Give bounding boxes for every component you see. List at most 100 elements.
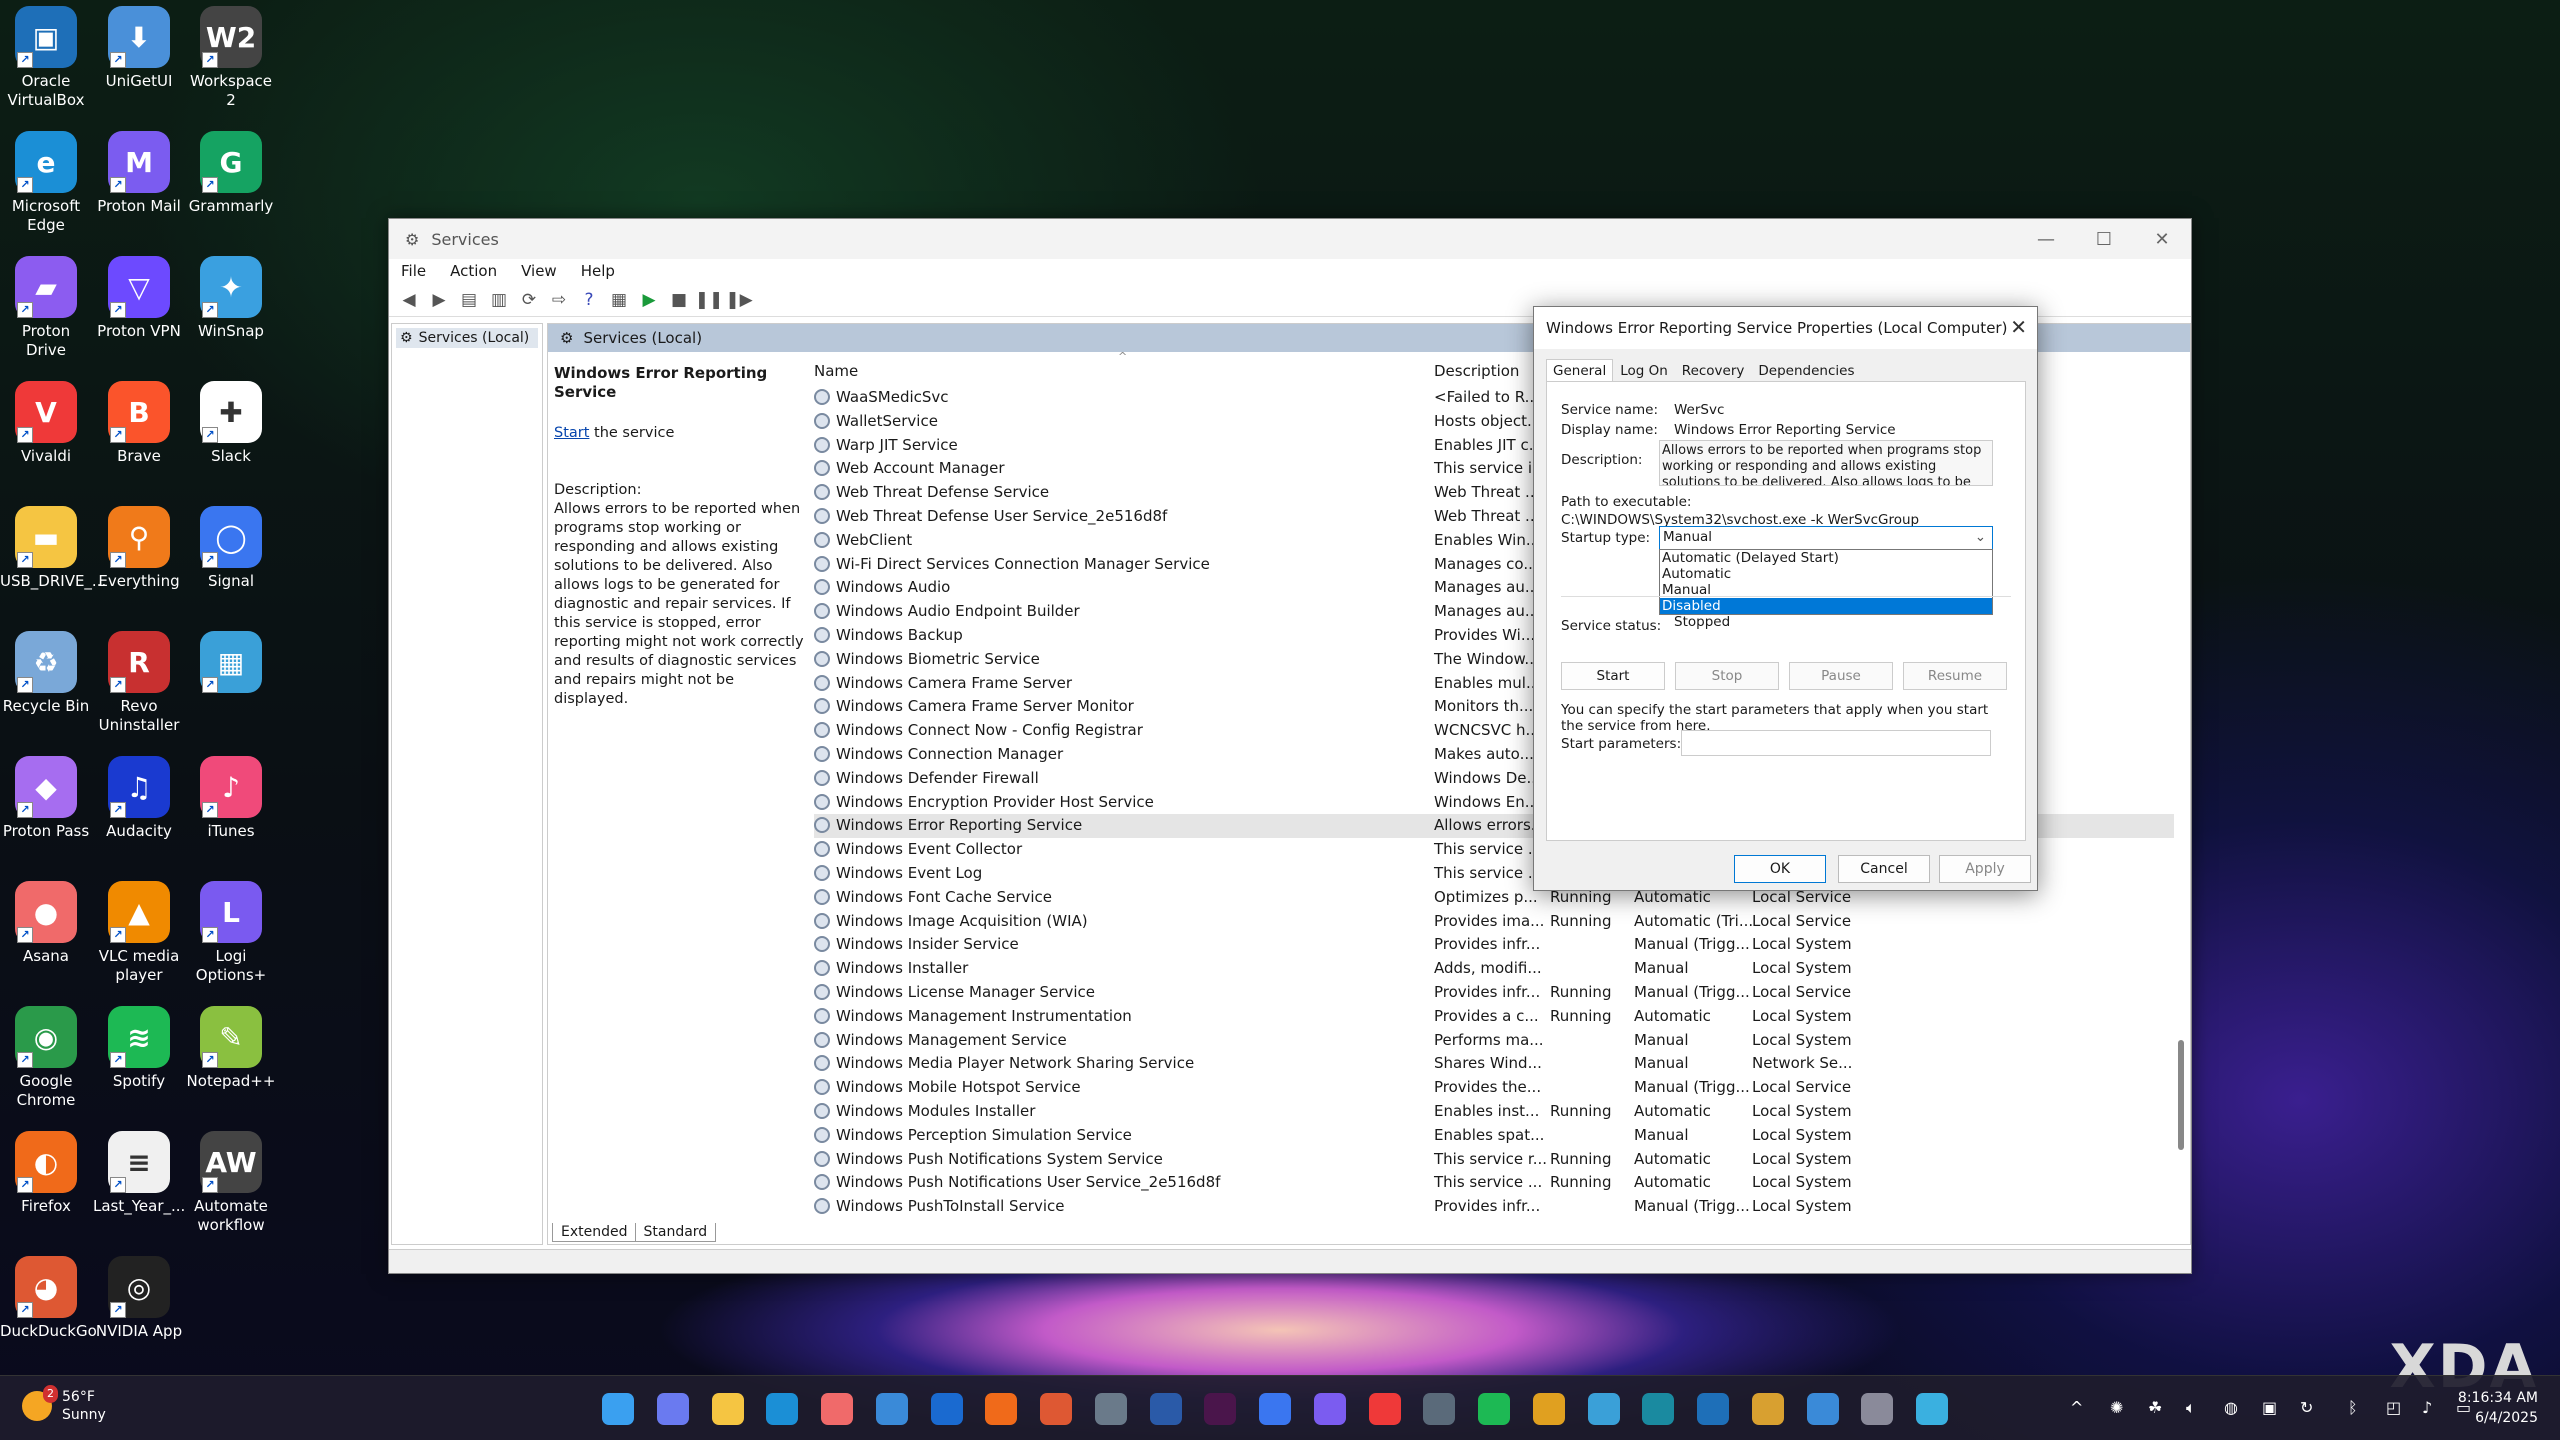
table-row[interactable]: Windows Push Notifications System Servic… xyxy=(814,1148,2174,1172)
desktop-icon[interactable]: ⬇ ↗ UniGetUI xyxy=(93,6,185,91)
desktop-icon[interactable]: ≡ ↗ Last_Year_... xyxy=(93,1131,185,1216)
pause-icon[interactable]: ❚❚ xyxy=(695,287,724,313)
store-icon[interactable] xyxy=(875,1393,908,1425)
desktop-icon[interactable]: V ↗ Vivaldi xyxy=(0,381,92,466)
desktop-icon[interactable]: ♻ ↗ Recycle Bin xyxy=(0,631,92,716)
tree-node-services[interactable]: ⚙ Services (Local) xyxy=(396,328,538,348)
table-row[interactable]: Windows Insider Service Provides infr... M… xyxy=(814,933,2174,957)
forward-icon[interactable]: ▶ xyxy=(425,287,453,313)
export-icon[interactable]: ⇨ xyxy=(545,287,573,313)
copilot-icon[interactable] xyxy=(656,1393,689,1425)
table-row[interactable]: Windows Modules Installer Enables inst...… xyxy=(814,1100,2174,1124)
calculator-icon[interactable] xyxy=(1423,1393,1456,1425)
desktop-icon[interactable]: e ↗ Microsoft Edge xyxy=(0,131,92,235)
photos-icon[interactable] xyxy=(1806,1393,1839,1425)
column-name[interactable]: Name xyxy=(814,362,858,380)
outlook-icon[interactable] xyxy=(930,1393,963,1425)
desktop-icon[interactable]: ● ↗ Asana xyxy=(0,881,92,966)
minimize-button[interactable]: — xyxy=(2017,219,2075,259)
desktop-icon[interactable]: ♪ ↗ iTunes xyxy=(185,756,277,841)
desktop-icon[interactable]: ≋ ↗ Spotify xyxy=(93,1006,185,1091)
play-icon[interactable]: ▶ xyxy=(635,287,663,313)
virtualbox-icon[interactable] xyxy=(1697,1393,1730,1425)
tab-dependencies[interactable]: Dependencies xyxy=(1751,359,1861,383)
table-row[interactable]: Windows Installer Adds, modifi... Manual Lo… xyxy=(814,957,2174,981)
column-description[interactable]: Description xyxy=(1434,362,1519,380)
start-icon[interactable] xyxy=(602,1393,634,1425)
ok-button[interactable]: OK xyxy=(1734,855,1826,883)
tab-general[interactable]: General xyxy=(1546,359,1614,383)
chevron-up-icon[interactable]: ^ xyxy=(2070,1398,2083,1417)
desktop-icon[interactable]: G ↗ Grammarly xyxy=(185,131,277,216)
view-icon[interactable]: ▦ xyxy=(605,287,633,313)
menu-help[interactable]: Help xyxy=(569,262,627,280)
tray-app-icon[interactable]: ☘ xyxy=(2148,1398,2162,1417)
tray-app-icon[interactable]: ▣ xyxy=(2262,1398,2277,1417)
desktop-icon[interactable]: AW ↗ Automate workflow xyxy=(185,1131,277,1235)
paint-icon[interactable] xyxy=(1532,1393,1565,1425)
desktop-icon[interactable]: R ↗ Revo Uninstaller xyxy=(93,631,185,735)
weather-widget[interactable]: 2 56°F Sunny xyxy=(22,1385,106,1424)
desktop-icon[interactable]: ▽ ↗ Proton VPN xyxy=(93,256,185,341)
properties-icon[interactable]: ▥ xyxy=(485,287,513,313)
desktop-icon[interactable]: ◆ ↗ Proton Pass xyxy=(0,756,92,841)
apply-button[interactable]: Apply xyxy=(1939,855,2031,883)
tray-app-icon[interactable]: ↻ xyxy=(2300,1398,2313,1417)
duckduckgo-icon[interactable] xyxy=(1040,1393,1073,1425)
description-box[interactable]: Allows errors to be reported when progra… xyxy=(1659,440,1993,486)
desktop-icon[interactable]: ▰ ↗ Proton Drive xyxy=(0,256,92,360)
console-tree-icon[interactable]: ▤ xyxy=(455,287,483,313)
vivaldi-icon[interactable] xyxy=(1368,1393,1401,1425)
desktop-icon[interactable]: ♫ ↗ Audacity xyxy=(93,756,185,841)
help-icon[interactable]: ? xyxy=(575,287,603,313)
desktop-icon[interactable]: ◯ ↗ Signal xyxy=(185,506,277,591)
table-row[interactable]: Windows Image Acquisition (WIA) Provides … xyxy=(814,910,2174,934)
refresh-icon[interactable]: ⟳ xyxy=(515,287,543,313)
scrollbar-thumb[interactable] xyxy=(2178,1040,2184,1150)
desktop-icon[interactable]: ✚ ↗ Slack xyxy=(185,381,277,466)
signal-icon[interactable] xyxy=(1259,1393,1292,1425)
snip-icon[interactable] xyxy=(1916,1393,1949,1425)
menu-action[interactable]: Action xyxy=(438,262,509,280)
table-row[interactable]: Windows Mobile Hotspot Service Provides t… xyxy=(814,1076,2174,1100)
startup-option[interactable]: Automatic (Delayed Start) xyxy=(1660,550,1992,566)
desktop-icon[interactable]: ◉ ↗ Google Chrome xyxy=(0,1006,92,1110)
desktop-icon[interactable]: ▲ ↗ VLC media player xyxy=(93,881,185,985)
maximize-button[interactable]: ☐ xyxy=(2075,219,2133,259)
winsnap-icon[interactable] xyxy=(1751,1393,1784,1425)
table-row[interactable]: Windows PushToInstall Service Provides in… xyxy=(814,1195,2174,1219)
desktop-icon[interactable]: ⚲ ↗ Everything xyxy=(93,506,185,591)
file-explorer-icon[interactable] xyxy=(711,1393,744,1425)
startup-option[interactable]: Disabled xyxy=(1660,598,1992,614)
desktop-icon[interactable]: L ↗ Logi Options+ xyxy=(185,881,277,985)
table-row[interactable]: Windows Media Player Network Sharing Ser… xyxy=(814,1052,2174,1076)
volume-icon[interactable]: 🔈︎ xyxy=(2186,1398,2196,1418)
desktop-icon[interactable]: B ↗ Brave xyxy=(93,381,185,466)
tray-app-icon[interactable]: ✺ xyxy=(2110,1398,2123,1417)
notepad-icon[interactable] xyxy=(1587,1393,1620,1425)
tab-log-on[interactable]: Log On xyxy=(1613,359,1675,383)
resume-button[interactable]: Resume xyxy=(1903,662,2007,690)
dialog-close-button[interactable]: ✕ xyxy=(2010,315,2027,339)
tab-extended[interactable]: Extended xyxy=(552,1223,637,1242)
asana-icon[interactable] xyxy=(821,1393,854,1425)
protonmail-icon[interactable] xyxy=(1313,1393,1346,1425)
clock[interactable]: 8:16:34 AM 6/4/2025 xyxy=(2458,1388,2538,1428)
desktop-icon[interactable]: ◐ ↗ Firefox xyxy=(0,1131,92,1216)
word-icon[interactable] xyxy=(1149,1393,1182,1425)
table-row[interactable]: Windows License Manager Service Provides … xyxy=(814,981,2174,1005)
table-row[interactable]: Windows Push Notifications User Service_… xyxy=(814,1171,2174,1195)
slack-icon[interactable] xyxy=(1204,1393,1237,1425)
network-icon[interactable]: ◰ xyxy=(2386,1398,2401,1417)
menu-file[interactable]: File xyxy=(389,262,438,280)
vertical-scrollbar[interactable] xyxy=(2178,360,2184,1240)
tab-recovery[interactable]: Recovery xyxy=(1675,359,1752,383)
desktop-icon[interactable]: ▦ ↗ xyxy=(185,631,277,697)
desktop-icon[interactable]: ✦ ↗ WinSnap xyxy=(185,256,277,341)
spotify-icon[interactable] xyxy=(1478,1393,1511,1425)
menu-view[interactable]: View xyxy=(509,262,569,280)
startup-type-select[interactable]: Manual ⌄ xyxy=(1659,526,1993,550)
table-row[interactable]: Windows Perception Simulation Service Ena… xyxy=(814,1124,2174,1148)
table-row[interactable]: Windows Management Service Performs ma...… xyxy=(814,1029,2174,1053)
start-service-link[interactable]: Start xyxy=(554,425,589,441)
